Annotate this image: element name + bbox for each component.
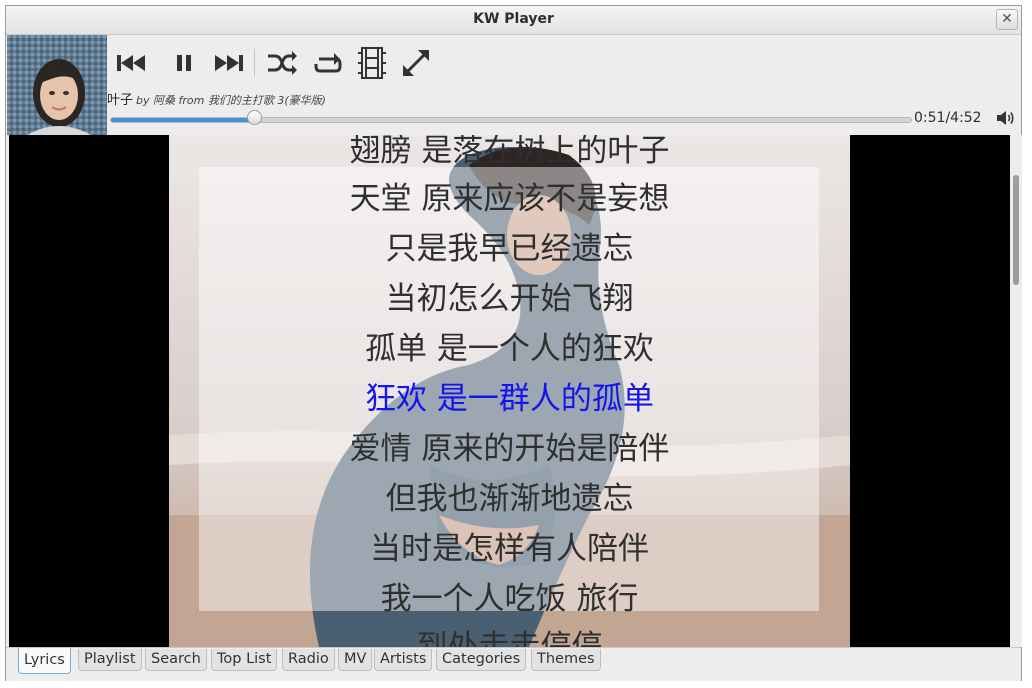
tab-categories[interactable]: Categories [436, 649, 527, 671]
song-title: 叶子 [107, 93, 134, 108]
pause-button[interactable] [164, 43, 204, 83]
pause-icon [177, 55, 191, 71]
song-info: 叶子 by 阿桑 from 我们的主打歌 3(豪华版) [107, 89, 326, 108]
volume-button[interactable] [996, 109, 1016, 127]
speaker-icon [997, 111, 1014, 125]
tab-mv[interactable]: MV [338, 649, 373, 671]
tab-playlist[interactable]: Playlist [78, 649, 142, 671]
tab-themes[interactable]: Themes [531, 649, 601, 671]
prev-icon [117, 55, 145, 71]
shuffle-icon [268, 51, 297, 75]
tab-search[interactable]: Search [145, 649, 207, 671]
next-button[interactable] [208, 43, 248, 83]
progress-fill [111, 118, 255, 122]
lyrics-scrollbar[interactable] [1010, 135, 1022, 647]
next-icon [215, 55, 243, 71]
scrollbar-thumb[interactable] [1013, 175, 1019, 285]
lyric-line: 孤单 是一个人的狂欢 [365, 331, 654, 367]
song-meta: by 阿桑 from 我们的主打歌 3(豪华版) [136, 94, 326, 107]
tab-top-list[interactable]: Top List [211, 649, 278, 671]
tab-radio[interactable]: Radio [282, 649, 335, 671]
fullscreen-icon [403, 50, 429, 76]
fullscreen-button[interactable] [396, 43, 436, 83]
lyrics-list: 翅膀 是落在树上的叶子 天堂 原来应该不是妄想 只是我早已经遗忘 当初怎么开始飞… [169, 135, 850, 647]
current-lyric-line: 狂欢 是一群人的孤单 [365, 381, 654, 417]
lyric-line: 只是我早已经遗忘 [385, 231, 634, 267]
time-display: 0:51/4:52 [914, 110, 982, 126]
tab-bar: Lyrics Playlist Search Top List Radio MV… [6, 647, 1021, 681]
toolbar-separator [254, 49, 255, 77]
lyrics-panel: 翅膀 是落在树上的叶子 天堂 原来应该不是妄想 只是我早已经遗忘 当初怎么开始飞… [9, 135, 1010, 647]
lyric-line: 我一个人吃饭 旅行 [380, 581, 639, 617]
lyric-line: 当初怎么开始飞翔 [385, 281, 634, 317]
lyric-line: 翅膀 是落在树上的叶子 [349, 135, 670, 169]
lyric-line: 爱情 原来的开始是陪伴 [349, 431, 670, 467]
lyric-line: 天堂 原来应该不是妄想 [349, 181, 670, 217]
repeat-icon [314, 53, 342, 73]
lyric-line: 当时是怎样有人陪伴 [370, 531, 649, 567]
repeat-button[interactable] [308, 43, 348, 83]
previous-button[interactable] [112, 43, 152, 83]
tab-lyrics[interactable]: Lyrics [18, 648, 71, 674]
close-button[interactable]: ✕ [996, 9, 1018, 30]
lyric-line: 到处走走停停 [416, 629, 603, 647]
album-cover [7, 35, 107, 135]
player-window: KW Player ✕ 叶子 by 阿桑 from 我们的主打歌 3(豪华版) … [5, 5, 1022, 681]
lyric-line: 但我也渐渐地遗忘 [385, 481, 634, 517]
title-bar[interactable]: KW Player ✕ [6, 6, 1021, 35]
window-title: KW Player [473, 11, 554, 27]
mv-button[interactable] [352, 43, 392, 83]
tab-artists[interactable]: Artists [374, 649, 433, 671]
shuffle-button[interactable] [262, 43, 302, 83]
progress-slider[interactable] [110, 117, 912, 123]
film-icon [358, 47, 386, 79]
